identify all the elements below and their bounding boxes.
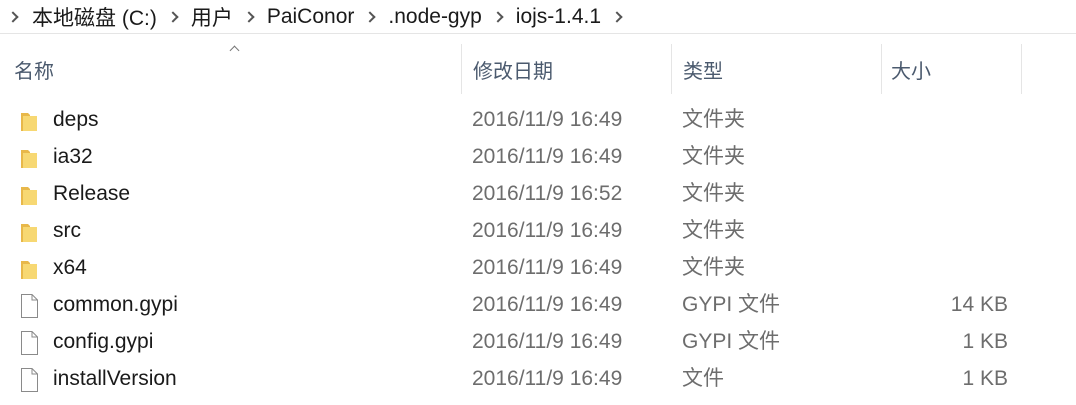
file-date: 2016/11/9 16:49 <box>472 145 623 168</box>
chevron-right-icon[interactable] <box>164 0 184 34</box>
file-row[interactable]: ia32 2016/11/9 16:49 文件夹 <box>0 138 1076 175</box>
file-name: Release <box>53 182 131 205</box>
file-date: 2016/11/9 16:49 <box>472 330 623 353</box>
column-header-label: 名称 <box>14 60 54 83</box>
breadcrumb-item-drive[interactable]: 本地磁盘 (C:) <box>32 0 157 34</box>
file-row[interactable]: common.gypi 2016/11/9 16:49 GYPI 文件 14 K… <box>0 286 1076 323</box>
file-row[interactable]: installVersion 2016/11/9 16:49 文件 1 KB <box>0 360 1076 397</box>
chevron-right-icon[interactable] <box>608 0 628 34</box>
column-header-type[interactable]: 类型 <box>669 44 881 94</box>
folder-icon <box>18 108 40 132</box>
breadcrumb-label: iojs-1.4.1 <box>515 4 602 28</box>
file-type: 文件夹 <box>682 108 745 131</box>
file-icon <box>18 367 40 392</box>
file-row[interactable]: src 2016/11/9 16:49 文件夹 <box>0 212 1076 249</box>
file-type: 文件 <box>682 367 724 390</box>
breadcrumb-label: PaiConor <box>266 4 355 28</box>
chevron-right-icon[interactable] <box>489 0 509 34</box>
file-size: 14 KB <box>950 293 1008 316</box>
file-name: installVersion <box>53 367 177 390</box>
column-header-size[interactable]: 大小 <box>877 44 1019 94</box>
file-date: 2016/11/9 16:52 <box>472 182 623 205</box>
column-headers: 名称 修改日期 类型 大小 <box>0 44 1076 94</box>
file-name: src <box>53 219 81 242</box>
breadcrumb-label: 用户 <box>190 6 233 30</box>
file-date: 2016/11/9 16:49 <box>472 108 623 131</box>
chevron-right-icon[interactable] <box>361 0 381 34</box>
breadcrumb-label: 本地磁盘 (C:) <box>32 6 157 30</box>
file-type: GYPI 文件 <box>682 293 781 316</box>
file-icon <box>18 330 40 355</box>
file-name: deps <box>53 108 99 131</box>
file-row[interactable]: config.gypi 2016/11/9 16:49 GYPI 文件 1 KB <box>0 323 1076 360</box>
breadcrumb-item-node-gyp[interactable]: .node-gyp <box>388 0 481 34</box>
address-breadcrumb: 本地磁盘 (C:) 用户 PaiConor .node-gyp iojs-1.4… <box>0 0 1076 34</box>
file-row[interactable]: Release 2016/11/9 16:52 文件夹 <box>0 175 1076 212</box>
file-date: 2016/11/9 16:49 <box>472 367 623 390</box>
folder-icon <box>18 219 40 243</box>
file-size: 1 KB <box>962 330 1008 353</box>
file-row[interactable]: x64 2016/11/9 16:49 文件夹 <box>0 249 1076 286</box>
folder-icon <box>18 145 40 169</box>
column-header-name[interactable]: 名称 <box>0 44 461 94</box>
file-name: x64 <box>53 256 87 279</box>
column-header-label: 类型 <box>683 60 723 83</box>
file-type: 文件夹 <box>682 182 745 205</box>
column-header-date[interactable]: 修改日期 <box>459 44 671 94</box>
file-type: 文件夹 <box>682 219 745 242</box>
file-icon <box>18 293 40 318</box>
breadcrumb-item-iojs[interactable]: iojs-1.4.1 <box>516 0 601 34</box>
file-date: 2016/11/9 16:49 <box>472 293 623 316</box>
column-divider[interactable] <box>1021 44 1022 94</box>
chevron-right-icon[interactable] <box>4 0 24 34</box>
folder-icon <box>18 182 40 206</box>
file-type: 文件夹 <box>682 256 745 279</box>
file-name: common.gypi <box>53 293 178 316</box>
file-list: deps 2016/11/9 16:49 文件夹 ia32 2016/11/9 … <box>0 101 1076 397</box>
folder-icon <box>18 256 40 280</box>
chevron-right-icon[interactable] <box>240 0 260 34</box>
file-type: 文件夹 <box>682 145 745 168</box>
breadcrumb-item-users[interactable]: 用户 <box>191 0 233 34</box>
breadcrumb-item-user[interactable]: PaiConor <box>267 0 355 34</box>
column-header-label: 大小 <box>891 60 931 83</box>
file-row[interactable]: deps 2016/11/9 16:49 文件夹 <box>0 101 1076 138</box>
column-header-label: 修改日期 <box>473 60 553 83</box>
file-size: 1 KB <box>962 367 1008 390</box>
file-name: ia32 <box>53 145 93 168</box>
file-name: config.gypi <box>53 330 154 353</box>
file-type: GYPI 文件 <box>682 330 781 353</box>
file-date: 2016/11/9 16:49 <box>472 256 623 279</box>
breadcrumb-label: .node-gyp <box>388 4 482 28</box>
file-date: 2016/11/9 16:49 <box>472 219 623 242</box>
